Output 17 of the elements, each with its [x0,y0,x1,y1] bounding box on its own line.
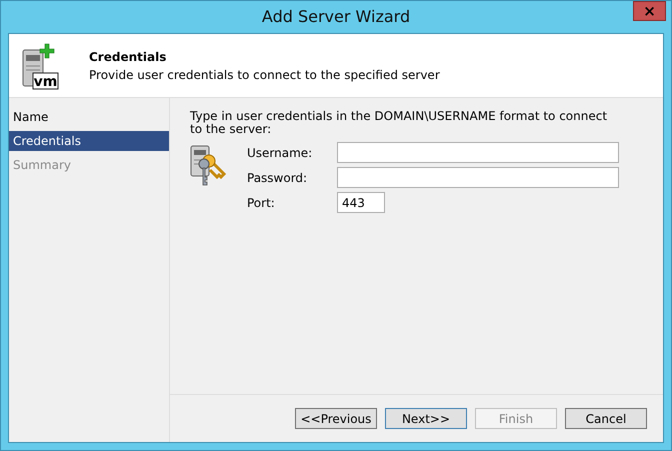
step-item[interactable]: Name [9,107,169,127]
input-field[interactable]: 443 [337,192,385,213]
close-button[interactable]: × [633,1,666,21]
field-label: Username: [247,146,314,160]
wizard-button[interactable]: <<Previous [295,408,377,429]
field-label: Port: [247,196,276,210]
input-field[interactable] [337,142,619,163]
step-item[interactable]: Credentials [9,131,169,151]
wizard-button[interactable]: Cancel [565,408,647,429]
wizard-button[interactable]: Next>> [385,408,467,429]
server-key-icon [190,144,228,188]
page-subtitle: Provide user credentials to connect to the specified server [89,68,440,82]
input-field[interactable] [337,167,619,188]
window-title: Add Server Wizard [262,7,410,26]
page-title: Credentials [89,50,168,64]
instructions-text: Type in user credentials in the DOMAIN\USERNAME format to connect to the server: [190,110,608,136]
field-label: Password: [247,170,308,184]
